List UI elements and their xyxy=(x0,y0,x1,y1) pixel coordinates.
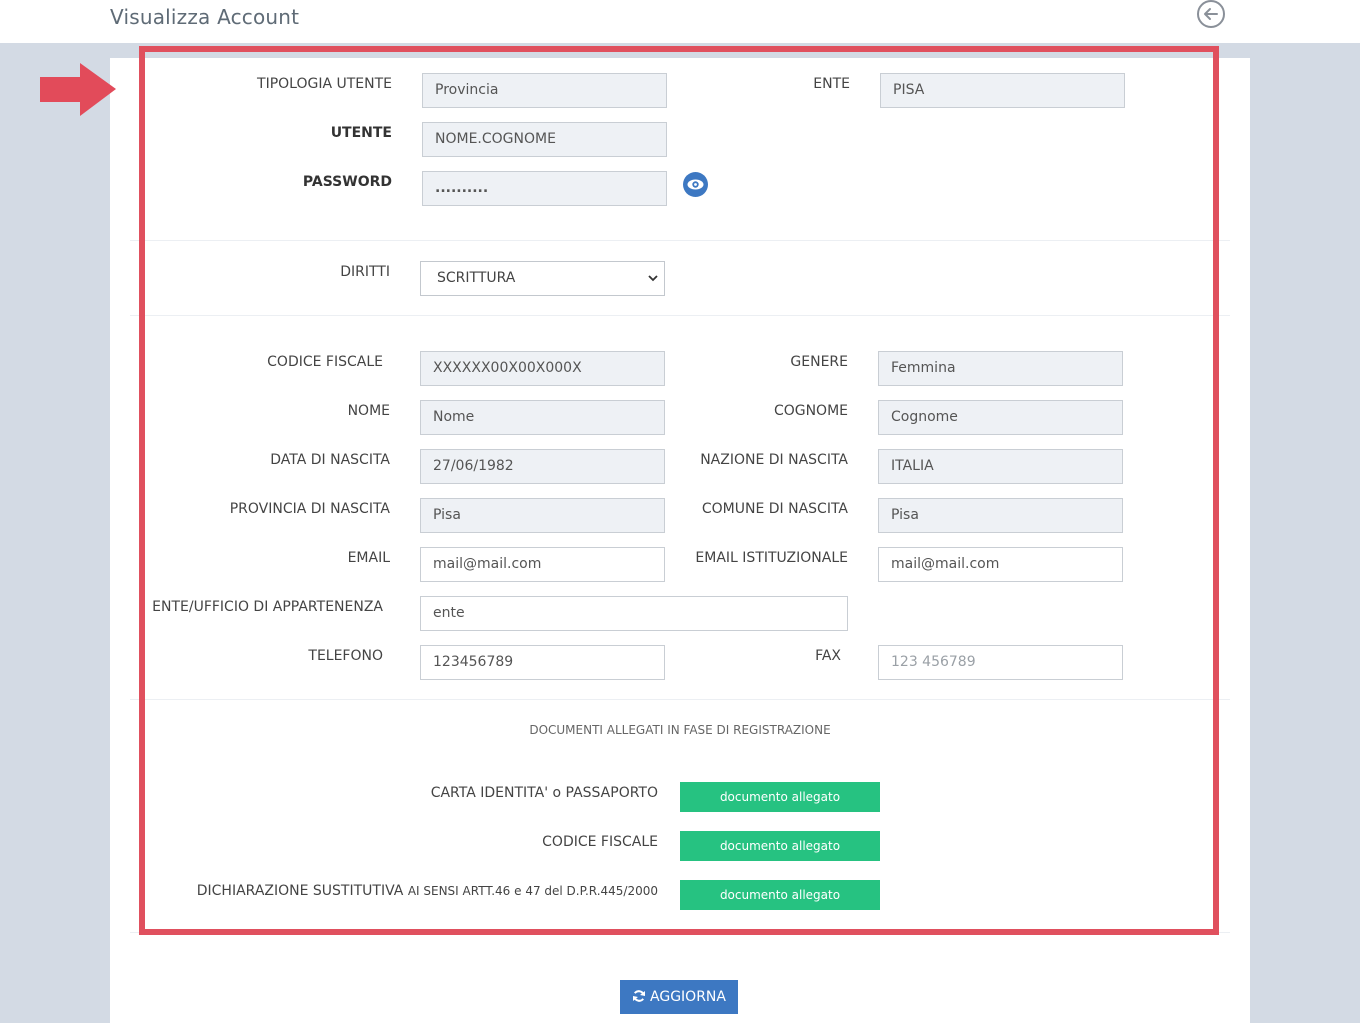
doc-button-codice-fiscale[interactable]: documento allegato xyxy=(680,831,880,861)
provincia-nascita-label: PROVINCIA DI NASCITA xyxy=(229,501,390,517)
doc-label-dichiarazione-main: DICHIARAZIONE SUSTITUTIVA xyxy=(196,883,404,899)
provincia-nascita-field[interactable]: Pisa xyxy=(420,498,665,533)
eye-icon xyxy=(687,179,704,190)
doc-label-dichiarazione-note: AI SENSI ARTT.46 e 47 del D.P.R.445/2000 xyxy=(407,884,658,898)
doc-label-identita: CARTA IDENTITA' o PASSAPORTO xyxy=(430,785,658,801)
telefono-label: TELEFONO xyxy=(308,648,383,664)
genere-field[interactable]: Femmina xyxy=(878,351,1123,386)
password-field[interactable]: .......... xyxy=(422,171,667,206)
nome-label: NOME xyxy=(347,403,390,419)
arrow-left-circle-icon xyxy=(1197,0,1225,28)
codice-fiscale-label: CODICE FISCALE xyxy=(267,354,383,370)
email-field[interactable]: mail@mail.com xyxy=(420,547,665,582)
tipologia-label: TIPOLOGIA UTENTE xyxy=(257,76,392,92)
comune-nascita-field[interactable]: Pisa xyxy=(878,498,1123,533)
nazione-nascita-label: NAZIONE DI NASCITA xyxy=(700,452,848,468)
documents-section-title: DOCUMENTI ALLEGATI IN FASE DI REGISTRAZI… xyxy=(529,723,831,737)
diritti-select[interactable]: SCRITTURA xyxy=(420,261,665,296)
doc-label-dichiarazione: DICHIARAZIONE SUSTITUTIVA AI SENSI ARTT.… xyxy=(197,883,658,899)
diritti-label: DIRITTI xyxy=(340,264,390,280)
ente-ufficio-label: ENTE/UFFICIO DI APPARTENENZA xyxy=(152,599,383,615)
show-password-button[interactable] xyxy=(683,172,708,197)
email-istituzionale-field[interactable]: mail@mail.com xyxy=(878,547,1123,582)
codice-fiscale-field[interactable]: XXXXXX00X00X000X xyxy=(420,351,665,386)
divider xyxy=(130,699,1230,700)
fax-field[interactable]: 123 456789 xyxy=(878,645,1123,680)
telefono-field[interactable]: 123456789 xyxy=(420,645,665,680)
ente-field[interactable]: PISA xyxy=(880,73,1125,108)
back-button[interactable] xyxy=(1196,0,1226,30)
divider xyxy=(130,240,1230,241)
fax-label: FAX xyxy=(815,648,841,664)
annotation-arrow-icon xyxy=(40,63,116,116)
tipologia-field[interactable]: Provincia xyxy=(422,73,667,108)
nazione-nascita-field[interactable]: ITALIA xyxy=(878,449,1123,484)
password-label: PASSWORD xyxy=(302,174,392,190)
top-bar: Visualizza Account xyxy=(0,0,1360,43)
email-label: EMAIL xyxy=(347,550,390,566)
divider xyxy=(130,932,1230,933)
doc-button-dichiarazione[interactable]: documento allegato xyxy=(680,880,880,910)
doc-button-identita[interactable]: documento allegato xyxy=(680,782,880,812)
data-nascita-field[interactable]: 27/06/1982 xyxy=(420,449,665,484)
update-button[interactable]: AGGIORNA xyxy=(620,980,738,1014)
ente-label: ENTE xyxy=(813,76,850,92)
doc-label-codice-fiscale: CODICE FISCALE xyxy=(542,834,658,850)
diritti-selected-value: SCRITTURA xyxy=(437,270,516,286)
comune-nascita-label: COMUNE DI NASCITA xyxy=(701,501,848,517)
genere-label: GENERE xyxy=(790,354,848,370)
utente-label: UTENTE xyxy=(330,125,392,141)
chevron-down-icon xyxy=(648,275,658,282)
divider xyxy=(130,315,1230,316)
cognome-field[interactable]: Cognome xyxy=(878,400,1123,435)
account-panel xyxy=(110,58,1250,1023)
utente-field[interactable]: NOME.COGNOME xyxy=(422,122,667,157)
update-label: AGGIORNA xyxy=(650,989,726,1005)
page-title: Visualizza Account xyxy=(110,5,300,29)
email-istituzionale-label: EMAIL ISTITUZIONALE xyxy=(695,550,848,566)
cognome-label: COGNOME xyxy=(773,403,848,419)
nome-field[interactable]: Nome xyxy=(420,400,665,435)
ente-ufficio-field[interactable]: ente xyxy=(420,596,848,631)
refresh-icon xyxy=(633,990,646,1002)
data-nascita-label: DATA DI NASCITA xyxy=(270,452,390,468)
